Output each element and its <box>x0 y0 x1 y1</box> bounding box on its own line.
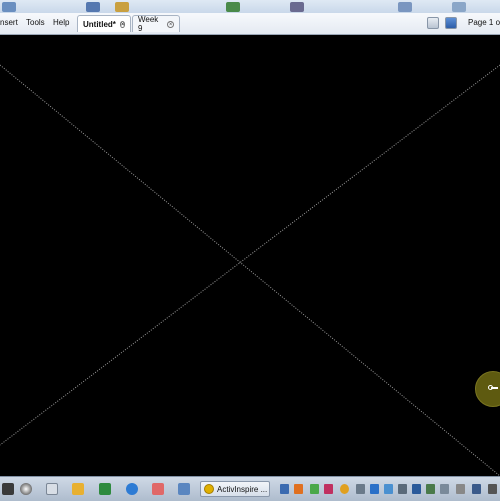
page-indicator: Page 1 of <box>468 18 500 27</box>
tray-icon[interactable] <box>384 484 393 494</box>
media-player-icon[interactable] <box>72 483 84 495</box>
diagonal-line <box>0 64 500 476</box>
tab-label: Week 9 <box>138 15 159 33</box>
tab-label: Untitled* <box>83 19 116 29</box>
tray-icon[interactable] <box>426 484 435 494</box>
menu-help[interactable]: Help <box>53 18 69 27</box>
desktop-icon <box>452 2 466 12</box>
canvas-diagonal-lines <box>0 64 500 476</box>
close-icon[interactable]: × <box>167 20 174 28</box>
menu-tools[interactable]: Tools <box>26 18 45 27</box>
signal-icon[interactable] <box>356 484 365 494</box>
tray-icon[interactable] <box>472 484 481 494</box>
desktop-icon <box>115 2 129 12</box>
desktop-background-strip <box>0 0 500 13</box>
activinspire-icon <box>204 484 214 494</box>
tray-icon[interactable] <box>412 484 421 494</box>
taskbar-activinspire-label: ActivInspire ... <box>217 484 268 494</box>
tray-icon[interactable] <box>294 484 303 494</box>
tray-icon[interactable] <box>440 484 449 494</box>
document-icon[interactable] <box>46 483 58 495</box>
diagonal-line <box>0 64 500 446</box>
tab-untitled[interactable]: Untitled* × <box>77 15 131 32</box>
taskbar: ActivInspire ... <box>0 476 500 501</box>
tray-icon[interactable] <box>324 484 333 494</box>
taskbar-activinspire-button[interactable]: ActivInspire ... <box>200 481 270 497</box>
notes-icon[interactable] <box>178 483 190 495</box>
desktop-icon <box>290 2 304 12</box>
tray-icon[interactable] <box>340 484 349 494</box>
tray-icon[interactable] <box>280 484 289 494</box>
tray-icon[interactable] <box>310 484 319 494</box>
desktop-icon <box>398 2 412 12</box>
flipchart-canvas[interactable] <box>0 35 500 476</box>
volume-icon[interactable] <box>488 484 497 494</box>
paint-icon[interactable] <box>152 483 164 495</box>
page-sorter-icon[interactable] <box>427 17 439 29</box>
tray-icon[interactable] <box>398 484 407 494</box>
internet-explorer-icon[interactable] <box>126 483 138 495</box>
menu-bar: nsert Tools Help Untitled* × Week 9 × Pa… <box>0 13 500 35</box>
excel-icon[interactable] <box>99 483 111 495</box>
tray-icon[interactable] <box>456 484 465 494</box>
desktop-icon <box>86 2 100 12</box>
desktop-icon <box>2 2 16 12</box>
close-icon[interactable]: × <box>119 20 126 28</box>
menu-insert[interactable]: nsert <box>0 18 18 27</box>
tray-icon[interactable] <box>370 484 379 494</box>
desktop-icon <box>226 2 240 12</box>
dual-screen-icon[interactable] <box>445 17 457 29</box>
start-orb-icon[interactable] <box>2 483 14 495</box>
explorer-icon[interactable] <box>20 483 32 495</box>
tab-week-9[interactable]: Week 9 × <box>132 15 180 33</box>
